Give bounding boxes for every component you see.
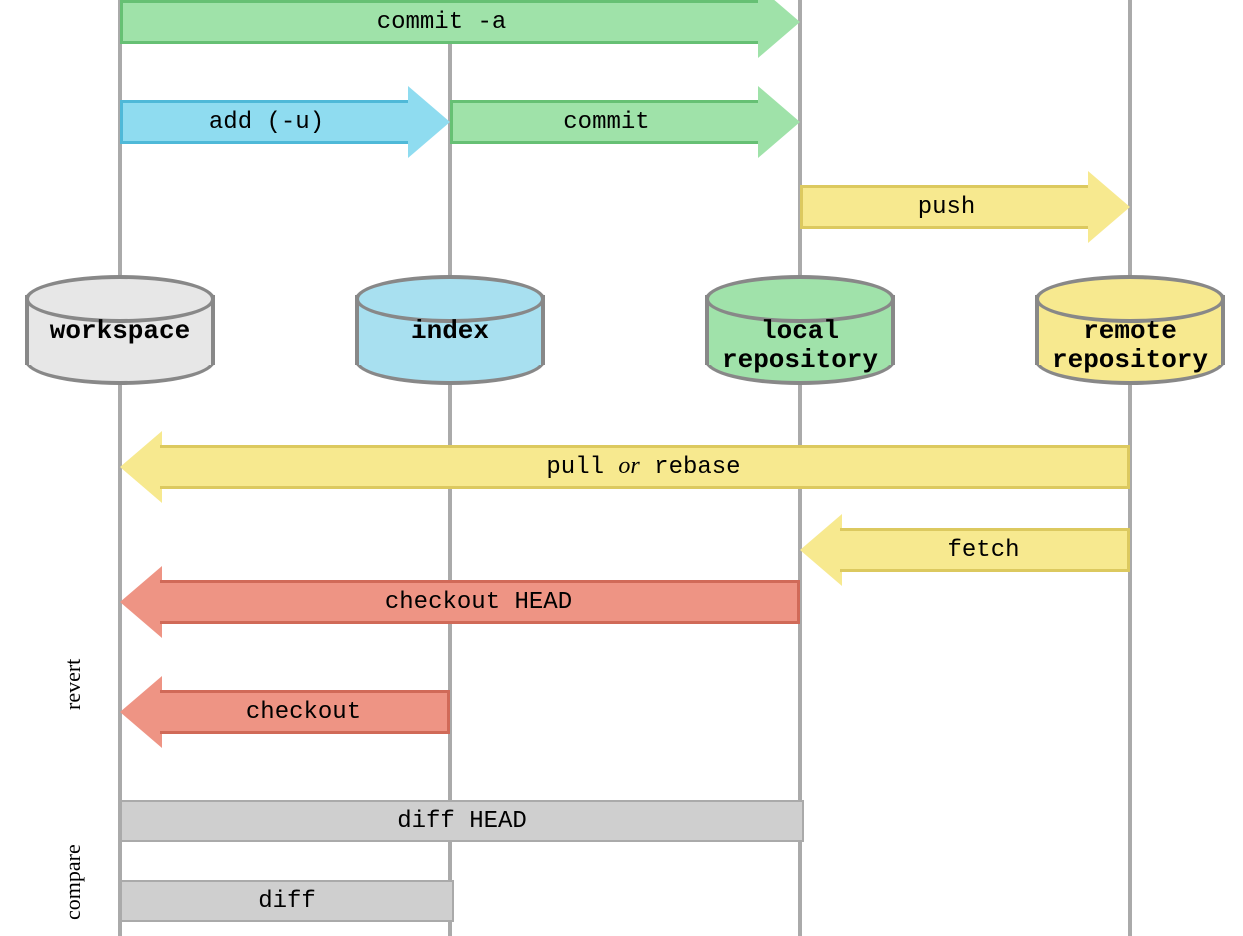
arrow-commit-a: commit -a <box>120 0 800 44</box>
arrow-push: push <box>800 185 1130 229</box>
node-local-repository: localrepository <box>705 275 895 385</box>
arrow-pull-rebase: pull or rebase <box>120 445 1130 489</box>
arrow-fetch-label: fetch <box>947 537 1019 564</box>
arrow-commit-label: commit <box>563 109 649 136</box>
node-workspace: workspace <box>25 275 215 385</box>
arrow-fetch: fetch <box>800 528 1130 572</box>
node-remote-repository-label: remoterepository <box>1035 317 1225 374</box>
git-data-transport-diagram: commit -a add (-u) commit push workspace… <box>0 0 1243 936</box>
section-label-revert: revert <box>60 659 86 710</box>
node-index-label: index <box>355 317 545 346</box>
node-index: index <box>355 275 545 385</box>
arrow-add-label: add (-u) <box>209 109 324 136</box>
bar-diff-label: diff <box>258 888 316 915</box>
bar-diff-head-label: diff HEAD <box>397 808 527 835</box>
node-workspace-label: workspace <box>25 317 215 346</box>
arrow-checkout: checkout <box>120 690 450 734</box>
arrow-checkout-label: checkout <box>246 699 361 726</box>
arrow-pull-rebase-label: pull or rebase <box>546 453 740 481</box>
node-remote-repository: remoterepository <box>1035 275 1225 385</box>
arrow-push-label: push <box>918 194 976 221</box>
bar-diff-head: diff HEAD <box>120 800 804 842</box>
arrow-checkout-head-label: checkout HEAD <box>385 589 572 616</box>
arrow-add: add (-u) <box>120 100 450 144</box>
arrow-commit: commit <box>450 100 800 144</box>
arrow-checkout-head: checkout HEAD <box>120 580 800 624</box>
bar-diff: diff <box>120 880 454 922</box>
node-local-repository-label: localrepository <box>705 317 895 374</box>
section-label-compare: compare <box>60 844 86 920</box>
arrow-commit-a-label: commit -a <box>377 9 507 36</box>
